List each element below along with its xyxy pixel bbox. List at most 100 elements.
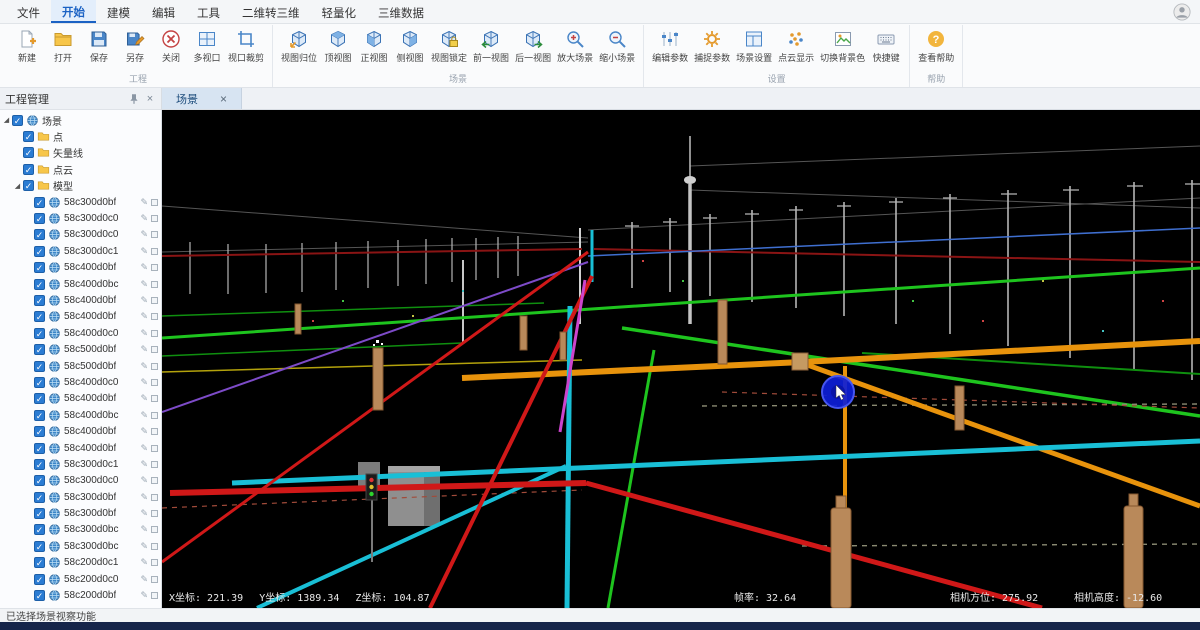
ribbon-button[interactable]: 正视图 [356,25,392,65]
edit-pencil-icon[interactable]: ✎ [140,410,148,421]
checkbox-checked[interactable]: ✓ [34,311,45,322]
edit-pencil-icon[interactable]: ✎ [140,377,148,388]
edit-box-icon[interactable] [151,313,158,320]
tree-item-model[interactable]: ✓58c300d0bf✎ [0,194,161,210]
menu-item[interactable]: 二维转三维 [231,0,311,23]
edit-box-icon[interactable] [151,379,158,386]
tree-item-model[interactable]: ✓58c300d0bf✎ [0,505,161,521]
tree-item-model[interactable]: ✓58c300d0c0✎ [0,210,161,226]
checkbox-checked[interactable]: ✓ [34,295,45,306]
checkbox-checked[interactable]: ✓ [23,180,34,191]
checkbox-checked[interactable]: ✓ [34,344,45,355]
checkbox-checked[interactable]: ✓ [23,164,34,175]
edit-pencil-icon[interactable]: ✎ [140,393,148,404]
edit-box-icon[interactable] [151,346,158,353]
tree-item-model[interactable]: ✓58c400d0bf✎ [0,391,161,407]
edit-box-icon[interactable] [151,248,158,255]
tree-item-model[interactable]: ✓58c400d0c0✎ [0,374,161,390]
checkbox-checked[interactable]: ✓ [34,410,45,421]
checkbox-checked[interactable]: ✓ [34,459,45,470]
checkbox-checked[interactable]: ✓ [34,262,45,273]
edit-pencil-icon[interactable]: ✎ [140,508,148,519]
edit-box-icon[interactable] [151,510,158,517]
checkbox-checked[interactable]: ✓ [34,492,45,503]
menu-item[interactable]: 轻量化 [311,0,368,23]
tree-item-model[interactable]: ✓58c400d0bf✎ [0,260,161,276]
checkbox-checked[interactable]: ✓ [34,246,45,257]
tab-close-icon[interactable]: × [220,92,227,106]
ribbon-button[interactable]: 侧视图 [392,25,428,65]
edit-pencil-icon[interactable]: ✎ [140,590,148,601]
close-panel-icon[interactable]: × [144,93,156,105]
ribbon-button[interactable]: 另存 [117,25,153,65]
edit-box-icon[interactable] [151,494,158,501]
checkbox-checked[interactable]: ✓ [34,197,45,208]
tree-item-model[interactable]: ✓58c400d0bf✎ [0,440,161,456]
scene-3d-render[interactable] [162,110,1200,608]
ribbon-button[interactable]: 捕捉参数 [691,25,733,65]
edit-pencil-icon[interactable]: ✎ [140,279,148,290]
edit-box-icon[interactable] [151,592,158,599]
edit-box-icon[interactable] [151,559,158,566]
checkbox-checked[interactable]: ✓ [34,541,45,552]
tree-item-model[interactable]: ✓58c200d0bf✎ [0,587,161,603]
edit-box-icon[interactable] [151,543,158,550]
ribbon-button[interactable]: 快捷键 [868,25,904,65]
edit-pencil-icon[interactable]: ✎ [140,262,148,273]
tree-item-model[interactable]: ✓58c500d0bf✎ [0,341,161,357]
edit-pencil-icon[interactable]: ✎ [140,459,148,470]
edit-box-icon[interactable] [151,428,158,435]
edit-box-icon[interactable] [151,281,158,288]
edit-pencil-icon[interactable]: ✎ [140,213,148,224]
user-avatar-icon[interactable] [1173,3,1191,21]
checkbox-checked[interactable]: ✓ [34,279,45,290]
checkbox-checked[interactable]: ✓ [34,574,45,585]
ribbon-button[interactable]: 放大场景 [554,25,596,65]
ribbon-button[interactable]: 新建 [9,25,45,65]
edit-pencil-icon[interactable]: ✎ [140,475,148,486]
tree-item-model[interactable]: ✓58c500d0bf✎ [0,358,161,374]
edit-pencil-icon[interactable]: ✎ [140,361,148,372]
tree-item-model[interactable]: ✓58c300d0bc✎ [0,538,161,554]
menu-item[interactable]: 建模 [96,0,141,23]
tree-item[interactable]: ✓矢量线 [0,145,161,161]
ribbon-button[interactable]: 打开 [45,25,81,65]
checkbox-checked[interactable]: ✓ [34,524,45,535]
tree-item-model[interactable]: ✓58c400d0bc✎ [0,276,161,292]
checkbox-checked[interactable]: ✓ [34,443,45,454]
edit-pencil-icon[interactable]: ✎ [140,344,148,355]
edit-pencil-icon[interactable]: ✎ [140,492,148,503]
edit-pencil-icon[interactable]: ✎ [140,328,148,339]
edit-box-icon[interactable] [151,461,158,468]
ribbon-button[interactable]: 保存 [81,25,117,65]
ribbon-button[interactable]: 视图锁定 [428,25,470,65]
edit-box-icon[interactable] [151,330,158,337]
tree-item-model[interactable]: ✓58c400d0bf✎ [0,309,161,325]
ribbon-button[interactable]: 视口裁剪 [225,25,267,65]
checkbox-checked[interactable]: ✓ [34,229,45,240]
tree-item-model[interactable]: ✓58c400d0c0✎ [0,325,161,341]
tree-item-model[interactable]: ✓58c200d0c1✎ [0,555,161,571]
menu-item[interactable]: 开始 [51,0,96,23]
edit-pencil-icon[interactable]: ✎ [140,426,148,437]
edit-pencil-icon[interactable]: ✎ [140,443,148,454]
edit-box-icon[interactable] [151,576,158,583]
tab-scene[interactable]: 场景 × [162,88,242,109]
edit-pencil-icon[interactable]: ✎ [140,295,148,306]
ribbon-button[interactable]: 场景设置 [733,25,775,65]
ribbon-button[interactable]: 切换背景色 [817,25,868,65]
checkbox-checked[interactable]: ✓ [23,131,34,142]
tree-expand-arrow[interactable]: ◢ [13,182,22,190]
scene-viewport[interactable]: X坐标: 221.39Y坐标: 1389.34Z坐标: 104.87 帧率: 3… [162,110,1200,608]
checkbox-checked[interactable]: ✓ [23,147,34,158]
checkbox-checked[interactable]: ✓ [34,475,45,486]
edit-pencil-icon[interactable]: ✎ [140,541,148,552]
edit-pencil-icon[interactable]: ✎ [140,574,148,585]
edit-box-icon[interactable] [151,526,158,533]
tree-item[interactable]: ◢✓场景 [0,112,161,128]
checkbox-checked[interactable]: ✓ [34,393,45,404]
ribbon-button[interactable]: 点云显示 [775,25,817,65]
tree-item-model[interactable]: ✓58c300d0bc✎ [0,522,161,538]
ribbon-button[interactable]: 视图归位 [278,25,320,65]
edit-box-icon[interactable] [151,363,158,370]
